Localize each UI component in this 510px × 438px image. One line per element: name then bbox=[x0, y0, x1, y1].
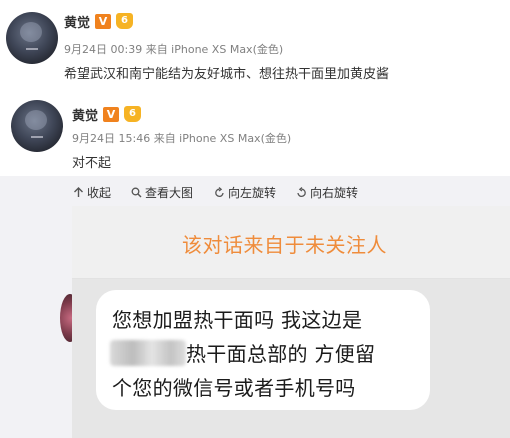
message-line-3: 个您的微信号或者手机号吗 bbox=[112, 376, 356, 400]
redacted-blur bbox=[110, 340, 186, 366]
weibo-post-1: 黄觉 V 6 9月24日 00:39 来自 iPhone XS Max(金色) … bbox=[0, 0, 510, 92]
chat-notice-bar: 该对话来自于未关注人 bbox=[72, 206, 510, 279]
view-large-label: 查看大图 bbox=[145, 185, 194, 200]
rotate-right-label: 向右旋转 bbox=[310, 185, 359, 200]
author-row: 黄觉 V 6 bbox=[72, 105, 142, 124]
rotate-right-icon bbox=[297, 186, 306, 197]
image-toolbar: 收起 查看大图 向左旋转 向右旋转 bbox=[0, 176, 510, 206]
verified-badge-icon: V bbox=[103, 106, 120, 122]
verified-badge-icon: V bbox=[95, 13, 112, 29]
collapse-arrow-icon bbox=[74, 186, 83, 197]
collapse-label: 收起 bbox=[87, 185, 112, 200]
weibo-post-2: 黄觉 V 6 9月24日 15:46 来自 iPhone XS Max(金色) … bbox=[0, 92, 510, 176]
avatar[interactable] bbox=[6, 12, 58, 64]
author-row: 黄觉 V 6 bbox=[64, 12, 134, 31]
author-name[interactable]: 黄觉 bbox=[72, 105, 98, 124]
chat-message-bubble: 您想加盟热干面吗 我这边是 热干面总部的 方便留 个您的微信号或者手机号吗 bbox=[96, 290, 430, 410]
rotate-left-button[interactable]: 向左旋转 bbox=[214, 184, 276, 200]
message-line-2: 热干面总部的 方便留 bbox=[186, 342, 376, 366]
rotate-left-icon bbox=[215, 186, 224, 197]
avatar[interactable] bbox=[11, 100, 63, 152]
post-text: 对不起 bbox=[72, 156, 112, 171]
level-number: 6 bbox=[121, 15, 128, 26]
expanded-photo-area: 该对话来自于未关注人 您想加盟热干面吗 我这边是 热干面总部的 方便留 个您的微… bbox=[0, 206, 510, 438]
view-large-button[interactable]: 查看大图 bbox=[131, 184, 193, 200]
magnifier-icon bbox=[131, 187, 142, 197]
collapse-button[interactable]: 收起 bbox=[73, 184, 111, 200]
stranger-notice-text: 该对话来自于未关注人 bbox=[182, 233, 387, 257]
level-crown-icon: 6 bbox=[124, 106, 142, 122]
level-number: 6 bbox=[129, 108, 136, 119]
post-text: 希望武汉和南宁能结为友好城市、想往热干面里加黄皮酱 bbox=[64, 67, 390, 82]
post-meta: 9月24日 00:39 来自 iPhone XS Max(金色) bbox=[64, 43, 284, 56]
level-crown-icon: 6 bbox=[116, 13, 134, 29]
author-name[interactable]: 黄觉 bbox=[64, 12, 90, 31]
post-meta: 9月24日 15:46 来自 iPhone XS Max(金色) bbox=[72, 132, 292, 145]
rotate-right-button[interactable]: 向右旋转 bbox=[296, 184, 358, 200]
chat-screenshot-image[interactable]: 该对话来自于未关注人 您想加盟热干面吗 我这边是 热干面总部的 方便留 个您的微… bbox=[72, 206, 510, 438]
rotate-left-label: 向左旋转 bbox=[228, 185, 277, 200]
message-line-1: 您想加盟热干面吗 我这边是 bbox=[112, 308, 363, 332]
